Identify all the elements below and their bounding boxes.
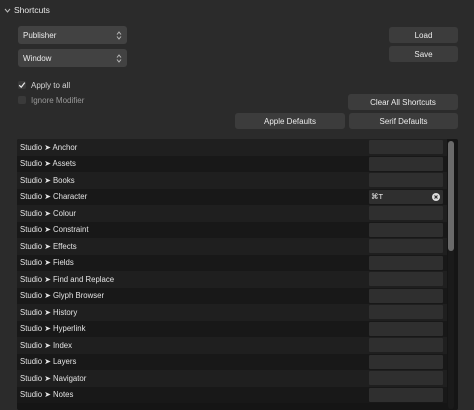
shortcut-row[interactable]: Studio ➤ Index (17, 337, 447, 354)
updown-arrows-icon (116, 30, 122, 40)
shortcut-key-field[interactable] (369, 173, 443, 187)
apply-to-all-label: Apply to all (31, 80, 71, 90)
shortcut-list[interactable]: Studio ➤ Anchor Studio ➤ Assets Studio ➤ B… (17, 139, 458, 410)
ignore-modifier-option[interactable]: Ignore Modifier (18, 94, 84, 106)
shortcut-row[interactable]: Studio ➤ Constraint (17, 221, 447, 238)
shortcut-name: Studio ➤ Character (20, 192, 88, 202)
shortcut-key-field[interactable] (369, 239, 443, 253)
shortcut-name: Studio ➤ Glyph Browser (20, 291, 105, 301)
serif-defaults-button[interactable]: Serif Defaults (349, 113, 458, 129)
shortcut-name: Studio ➤ Constraint (20, 225, 89, 235)
shortcut-key-field[interactable] (369, 354, 443, 369)
shortcut-key-value: ⌘T (371, 192, 384, 201)
apply-to-all-checkbox[interactable] (18, 81, 26, 89)
shortcut-name: Studio ➤ Colour (20, 208, 76, 218)
shortcut-name: Studio ➤ Anchor (20, 142, 78, 152)
shortcut-row[interactable]: Studio ➤ Glyph Browser (17, 287, 447, 304)
shortcut-key-field[interactable] (369, 288, 443, 303)
clear-icon[interactable] (432, 192, 440, 201)
chevron-down-icon[interactable] (4, 7, 11, 14)
shortcut-key-field[interactable] (369, 305, 443, 319)
shortcut-name: Studio ➤ History (20, 307, 78, 317)
shortcut-key-field[interactable] (369, 338, 443, 352)
shortcut-key-field[interactable] (369, 387, 443, 402)
section-title: Shortcuts (14, 5, 50, 15)
scrollbar[interactable] (448, 141, 454, 409)
shortcut-name: Studio ➤ Index (20, 340, 73, 350)
shortcut-name: Studio ➤ Effects (20, 241, 77, 251)
shortcut-name: Studio ➤ Assets (20, 159, 76, 169)
updown-arrows-icon (116, 53, 122, 63)
scrollbar-thumb[interactable] (448, 141, 454, 251)
shortcut-key-field[interactable] (369, 371, 443, 385)
app-select-value: Publisher (23, 30, 57, 40)
shortcut-row[interactable]: Studio ➤ Layers (17, 353, 447, 370)
shortcut-name: Studio ➤ Hyperlink (20, 324, 86, 334)
shortcut-key-field[interactable] (369, 272, 443, 286)
shortcut-row[interactable]: Studio ➤ Notes (17, 386, 447, 403)
shortcut-key-field[interactable] (369, 321, 443, 336)
shortcut-name: Studio ➤ Layers (20, 357, 77, 367)
clear-all-shortcuts-button[interactable]: Clear All Shortcuts (348, 94, 458, 110)
save-button[interactable]: Save (389, 46, 458, 62)
shortcut-row[interactable]: Studio ➤ Find and Replace (17, 271, 447, 288)
shortcut-name: Studio ➤ Books (20, 175, 75, 185)
shortcut-row[interactable]: Studio ➤ Assets (17, 155, 447, 172)
shortcut-key-field[interactable] (369, 140, 443, 154)
shortcut-row[interactable]: Studio ➤ Anchor (17, 139, 447, 156)
shortcut-rows: Studio ➤ Anchor Studio ➤ Assets Studio ➤ B… (17, 139, 447, 403)
category-select[interactable]: Window (18, 49, 127, 67)
shortcut-row[interactable]: Studio ➤ Fields (17, 254, 447, 271)
load-button[interactable]: Load (389, 27, 458, 43)
shortcut-name: Studio ➤ Fields (20, 258, 74, 268)
shortcut-key-field[interactable] (369, 206, 443, 220)
ignore-modifier-checkbox[interactable] (18, 96, 26, 104)
shortcut-row[interactable]: Studio ➤ Character ⌘T (17, 188, 447, 205)
shortcut-key-field[interactable] (369, 255, 443, 270)
shortcut-row[interactable]: Studio ➤ Books (17, 172, 447, 189)
shortcut-row[interactable]: Studio ➤ History (17, 304, 447, 321)
shortcut-row[interactable]: Studio ➤ Navigator (17, 370, 447, 387)
section-header[interactable]: Shortcuts (4, 3, 50, 17)
shortcut-name: Studio ➤ Notes (20, 390, 74, 400)
shortcut-row[interactable]: Studio ➤ Hyperlink (17, 320, 447, 337)
shortcut-row[interactable]: Studio ➤ Effects (17, 238, 447, 255)
app-select[interactable]: Publisher (18, 26, 127, 44)
shortcut-key-field[interactable] (369, 222, 443, 237)
category-select-value: Window (23, 53, 52, 63)
ignore-modifier-label: Ignore Modifier (31, 95, 85, 105)
apply-to-all-option[interactable]: Apply to all (18, 79, 70, 91)
shortcut-row[interactable]: Studio ➤ Colour (17, 205, 447, 222)
apple-defaults-button[interactable]: Apple Defaults (235, 113, 345, 129)
shortcut-key-field[interactable]: ⌘T (369, 189, 443, 204)
shortcut-key-field[interactable] (369, 156, 443, 171)
shortcut-name: Studio ➤ Find and Replace (20, 274, 115, 284)
shortcut-name: Studio ➤ Navigator (20, 373, 87, 383)
